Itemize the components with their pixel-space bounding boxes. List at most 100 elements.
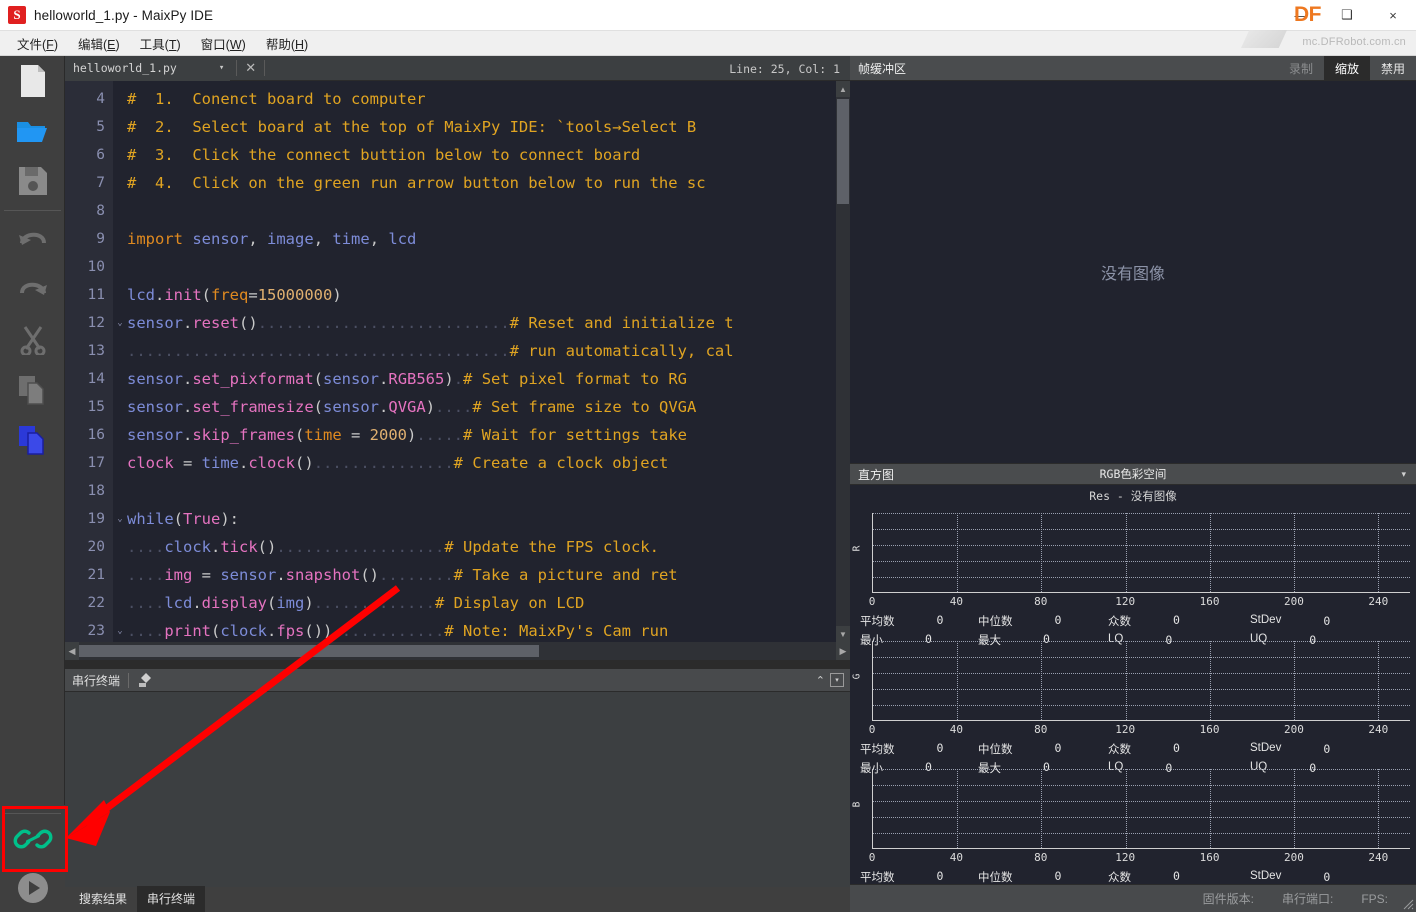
scroll-up-icon[interactable]: ▲ bbox=[836, 81, 850, 97]
code-line[interactable]: while(True): bbox=[127, 505, 850, 533]
code-token: , bbox=[248, 230, 268, 248]
code-line[interactable]: # 2. Select board at the top of MaixPy I… bbox=[127, 113, 850, 141]
code-token: ): bbox=[220, 510, 240, 528]
code-token: 15000000 bbox=[257, 286, 333, 304]
menu-item-2[interactable]: 编辑(E) bbox=[69, 31, 129, 55]
code-line[interactable] bbox=[127, 477, 850, 505]
cut-icon[interactable] bbox=[0, 315, 65, 365]
open-folder-icon[interactable] bbox=[0, 106, 65, 156]
histogram-channel-G: G 0 40 80 120 160 200 240 平均数 0 中位数 0 众数 0 StDev 0 最小 0 最大… bbox=[850, 635, 1416, 775]
save-icon[interactable] bbox=[0, 156, 65, 206]
stat-value: 0 bbox=[1323, 613, 1331, 628]
code-line[interactable]: sensor.skip_frames(time = 2000).....# Wa… bbox=[127, 421, 850, 449]
code-line[interactable]: ....clock.tick()..................# Upda… bbox=[127, 533, 850, 561]
editor-vscroll-thumb[interactable] bbox=[837, 99, 849, 204]
code-token: . bbox=[239, 454, 249, 472]
float-icon[interactable]: ▾ bbox=[830, 673, 844, 687]
code-line[interactable]: ........................................… bbox=[127, 337, 850, 365]
code-line[interactable]: ....img = sensor.snapshot()........# Tak… bbox=[127, 561, 850, 589]
clear-icon[interactable] bbox=[137, 672, 153, 688]
code-token: clock bbox=[127, 454, 174, 472]
fold-toggle-icon[interactable]: ⌄ bbox=[113, 505, 127, 533]
editor-vertical-scrollbar[interactable]: ▲ ▼ bbox=[836, 81, 850, 642]
left-toolbar bbox=[0, 56, 65, 912]
fold-toggle-icon[interactable]: ⌄ bbox=[113, 309, 127, 337]
fold-column[interactable]: ⌄ ⌄ ⌄ bbox=[113, 81, 127, 660]
stat-key: 众数 bbox=[1108, 871, 1131, 884]
grid-line-v bbox=[1041, 513, 1043, 592]
code-editor[interactable]: 456789101112131415161718192021222324 ⌄⌄⌄… bbox=[65, 81, 850, 660]
code-line[interactable]: sensor.set_framesize(sensor.QVGA)....# S… bbox=[127, 393, 850, 421]
code-line[interactable]: # 3. Click the connect buttion below to … bbox=[127, 141, 850, 169]
chevron-down-icon[interactable]: ▾ bbox=[1401, 469, 1416, 480]
grid-line-h bbox=[873, 817, 1410, 818]
paste-icon[interactable] bbox=[0, 415, 65, 465]
code-token: . bbox=[183, 426, 193, 444]
redo-icon[interactable] bbox=[0, 265, 65, 315]
menu-item-5[interactable]: 帮助(H) bbox=[257, 31, 317, 55]
collapse-icon[interactable]: ⌃ bbox=[811, 674, 830, 687]
x-tick-label: 80 bbox=[1034, 723, 1048, 736]
close-icon[interactable]: ✕ bbox=[243, 60, 258, 76]
line-number-gutter: 456789101112131415161718192021222324 bbox=[65, 81, 113, 660]
editor-tab-bar: helloworld_1.py ▾ ✕ Line: 25, Col: 1 bbox=[65, 55, 850, 81]
code-token: clock bbox=[248, 454, 296, 472]
line-number: 5 bbox=[96, 119, 105, 135]
stat-key: 平均数 bbox=[860, 615, 895, 628]
framebuffer-view[interactable]: 没有图像 bbox=[850, 81, 1416, 463]
code-token: () bbox=[257, 538, 277, 556]
framebuffer-button-3[interactable]: 禁用 bbox=[1370, 56, 1416, 81]
code-line[interactable]: # 4. Click on the green run arrow button… bbox=[127, 169, 850, 197]
code-line[interactable] bbox=[127, 197, 850, 225]
maximize-button[interactable]: ❑ bbox=[1324, 0, 1370, 31]
editor-horizontal-scrollbar[interactable]: ◀ ▶ bbox=[65, 642, 850, 660]
copy-icon[interactable] bbox=[0, 365, 65, 415]
grid-line-v bbox=[1378, 513, 1380, 592]
stat-key: 众数 bbox=[1108, 615, 1131, 628]
terminal-output[interactable] bbox=[65, 692, 850, 891]
code-line[interactable]: sensor.reset()..........................… bbox=[127, 309, 850, 337]
connect-button[interactable] bbox=[0, 814, 65, 864]
code-line[interactable]: ....print(clock.fps())............# Note… bbox=[127, 617, 850, 645]
menu-item-1[interactable]: 文件(F) bbox=[8, 31, 67, 55]
code-token: # Set pixel format to RG bbox=[463, 370, 688, 388]
menu-item-3[interactable]: 工具(T) bbox=[131, 31, 190, 55]
colorspace-select-value[interactable]: RGB色彩空间 bbox=[850, 466, 1416, 482]
code-line[interactable]: lcd.init(freq=15000000) bbox=[127, 281, 850, 309]
minimize-button[interactable]: — bbox=[1278, 0, 1324, 31]
code-token: ............ bbox=[332, 622, 445, 640]
code-token: display bbox=[201, 594, 267, 612]
fold-toggle-icon[interactable]: ⌄ bbox=[113, 617, 127, 645]
code-line[interactable]: sensor.set_pixformat(sensor.RGB565).# Se… bbox=[127, 365, 850, 393]
x-tick-label: 240 bbox=[1368, 851, 1389, 864]
chevron-down-icon[interactable]: ▾ bbox=[219, 63, 224, 73]
run-button[interactable] bbox=[0, 864, 65, 912]
new-file-icon[interactable] bbox=[0, 56, 65, 106]
code-token: # Create a clock object bbox=[453, 454, 678, 472]
framebuffer-button-2[interactable]: 缩放 bbox=[1323, 55, 1370, 81]
code-line[interactable]: ....lcd.display(img).............# Displ… bbox=[127, 589, 850, 617]
scroll-right-icon[interactable]: ▶ bbox=[836, 642, 850, 660]
bottom-tab-1[interactable]: 搜索结果 bbox=[69, 886, 137, 912]
code-line[interactable]: # 1. Conenct board to computer bbox=[127, 85, 850, 113]
code-token: . bbox=[155, 286, 165, 304]
undo-icon[interactable] bbox=[0, 215, 65, 265]
x-axis-ticks: 0 40 80 120 160 200 240 bbox=[869, 723, 1410, 737]
resize-grip-icon[interactable] bbox=[1402, 898, 1414, 910]
code-token: sensor bbox=[192, 230, 249, 248]
stat-key: 平均数 bbox=[860, 871, 895, 884]
code-content[interactable]: # 1. Conenct board to computer # 2. Selec… bbox=[127, 81, 850, 660]
close-button[interactable]: × bbox=[1370, 0, 1416, 31]
stat-value: 0 bbox=[1173, 740, 1180, 755]
editor-hscroll-thumb[interactable] bbox=[79, 645, 539, 657]
editor-tab-helloworld[interactable]: helloworld_1.py ▾ bbox=[65, 55, 231, 81]
menu-item-4[interactable]: 窗口(W) bbox=[192, 31, 255, 55]
scroll-down-icon[interactable]: ▼ bbox=[836, 626, 850, 642]
code-line[interactable]: import sensor, image, time, lcd bbox=[127, 225, 850, 253]
code-line[interactable]: clock = time.clock()...............# Cre… bbox=[127, 449, 850, 477]
stat-key: 中位数 bbox=[978, 743, 1013, 756]
scroll-left-icon[interactable]: ◀ bbox=[65, 642, 79, 660]
code-line[interactable] bbox=[127, 253, 850, 281]
bottom-tab-2[interactable]: 串行终端 bbox=[137, 886, 206, 912]
